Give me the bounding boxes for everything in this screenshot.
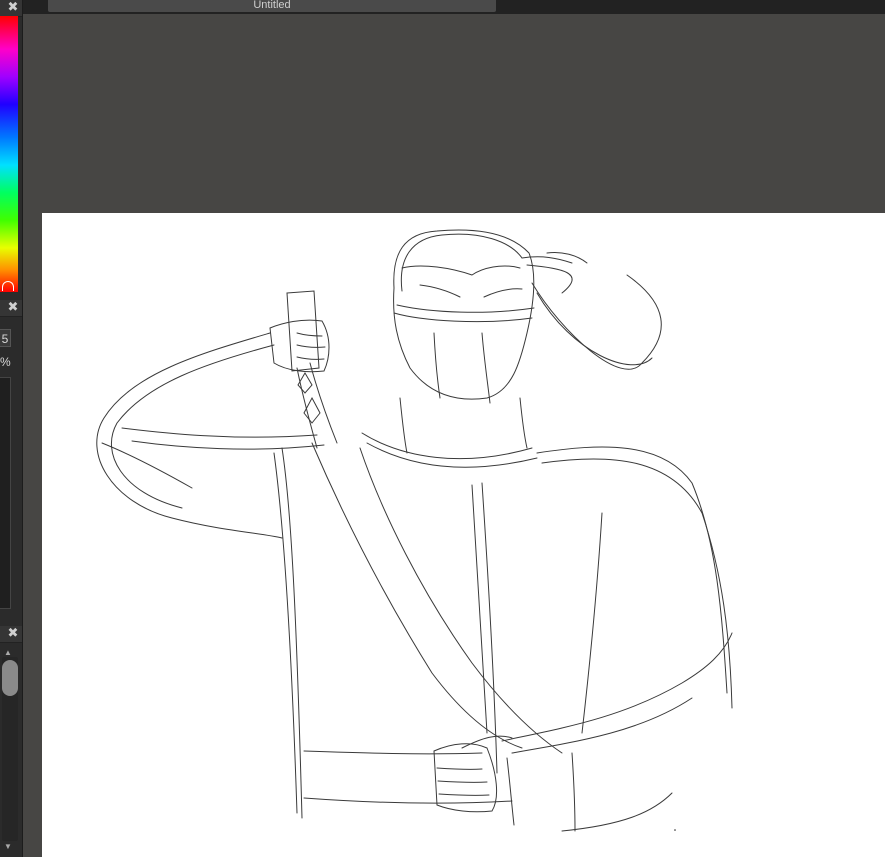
brush-size-input[interactable]: 5	[0, 329, 11, 347]
color-panel-header: ✖	[0, 0, 22, 17]
document-tab-bar: Untitled	[23, 0, 885, 14]
opacity-percent-label: %	[0, 355, 11, 369]
left-tool-panel: ✖ ✖ 5 % ✖ ▲ ▼	[0, 0, 23, 857]
brush-panel-header: ✖	[0, 300, 22, 317]
opacity-slider[interactable]	[0, 377, 11, 609]
sketch-belt	[303, 750, 483, 755]
sketch-head	[393, 229, 535, 400]
sketch-ponytail	[521, 256, 573, 264]
close-icon[interactable]: ✖	[6, 300, 20, 314]
sketch-lower-arm	[501, 632, 733, 742]
close-icon[interactable]: ✖	[6, 626, 20, 640]
sketch-torso	[281, 447, 303, 819]
drawing-canvas[interactable]	[42, 213, 885, 857]
document-tab[interactable]: Untitled	[48, 0, 496, 12]
color-spectrum[interactable]	[0, 16, 18, 292]
layers-panel-header: ✖	[0, 626, 22, 643]
color-picker-marker[interactable]	[2, 281, 14, 291]
scroll-down-arrow-icon[interactable]: ▼	[4, 842, 12, 851]
sketch-collar	[361, 432, 533, 460]
sketch-raised-arm	[96, 332, 283, 539]
close-icon[interactable]: ✖	[6, 0, 20, 14]
panel-scrollbar-thumb[interactable]	[2, 660, 18, 696]
sketch-drawing	[96, 229, 733, 832]
scroll-up-arrow-icon[interactable]: ▲	[4, 648, 12, 657]
